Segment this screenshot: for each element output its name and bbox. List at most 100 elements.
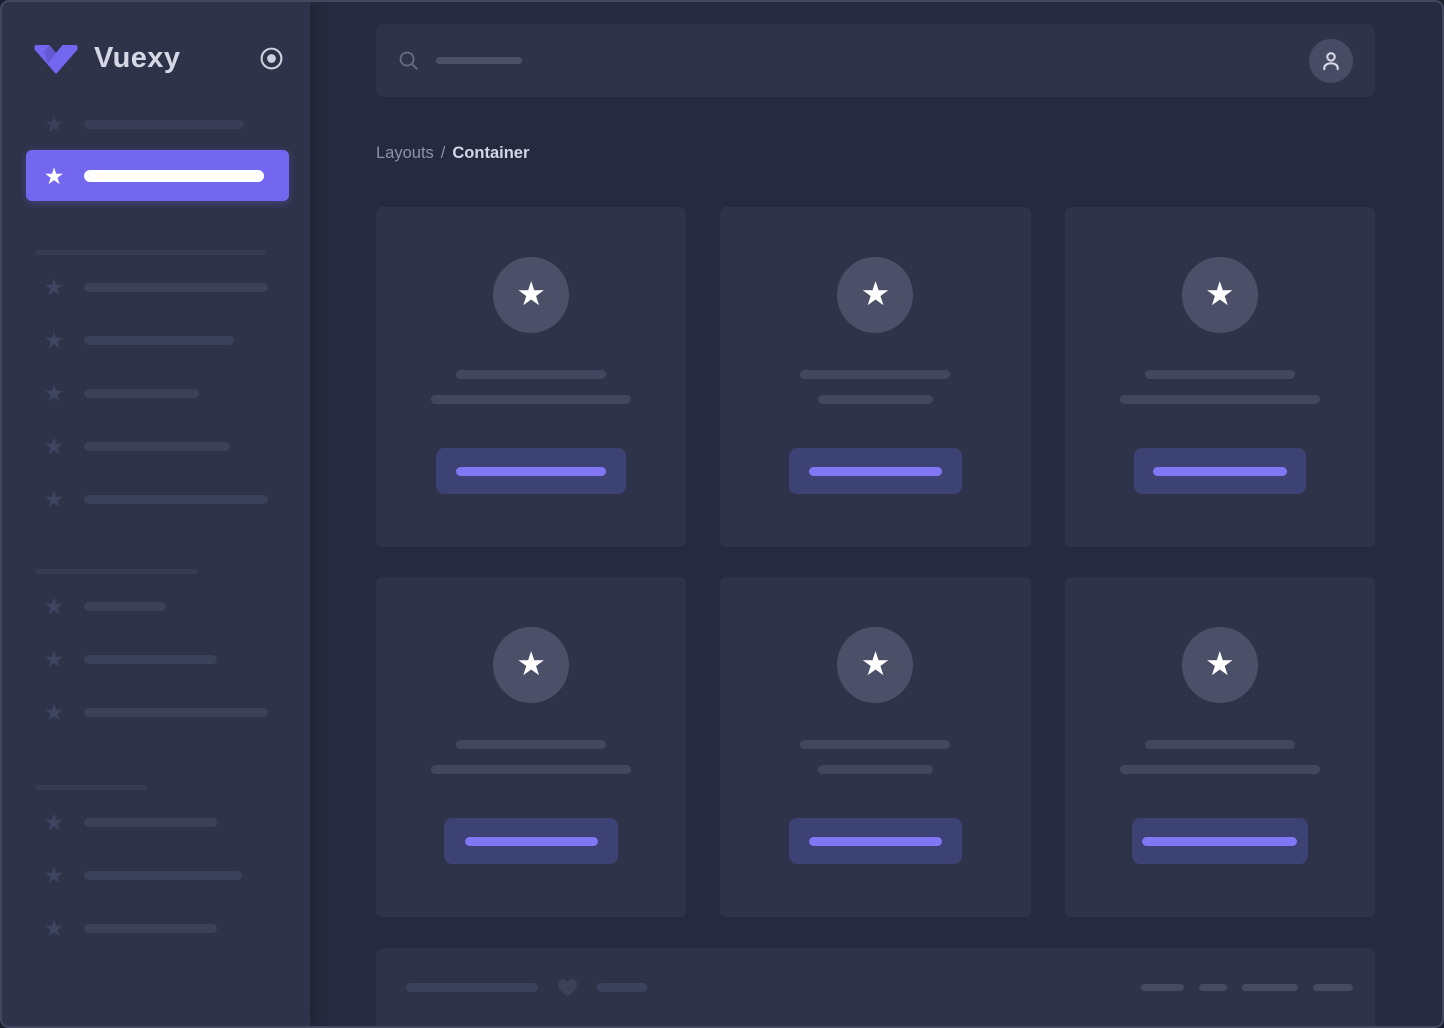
menu-label-skeleton — [84, 335, 234, 345]
card-avatar: ★ — [1181, 257, 1258, 333]
menu-label-skeleton — [84, 654, 217, 664]
heart-icon[interactable] — [555, 975, 580, 999]
star-icon: ★ — [1205, 645, 1235, 682]
card-avatar: ★ — [1181, 627, 1258, 703]
card-subtitle-skeleton — [1119, 765, 1320, 774]
sidebar-item-skeleton[interactable]: ★ — [2, 272, 310, 302]
card-avatar: ★ — [837, 627, 914, 703]
button-label-skeleton — [456, 466, 607, 476]
footer-links — [1141, 983, 1353, 991]
star-icon: ★ — [43, 862, 65, 888]
button-label-skeleton — [808, 466, 942, 476]
card-subtitle-skeleton — [1119, 395, 1320, 404]
footer-link-skeleton — [1242, 983, 1298, 991]
footer-link-skeleton — [1141, 983, 1184, 991]
card-title-skeleton — [456, 370, 607, 379]
app-window: Vuexy ★ ★ ★ ★ ★ ★ ★ ★ ★ ★ ★ ★ ★ Layouts … — [0, 0, 1444, 1028]
brand-header: Vuexy — [2, 2, 310, 97]
section-header-skeleton — [35, 785, 147, 790]
menu-label-skeleton — [84, 601, 166, 611]
star-icon: ★ — [860, 645, 891, 682]
card-avatar: ★ — [493, 627, 570, 703]
sidebar-item-skeleton[interactable]: ★ — [2, 325, 310, 355]
card-title-skeleton — [456, 740, 607, 749]
menu-label-skeleton — [84, 388, 199, 398]
star-icon: ★ — [43, 915, 65, 941]
card-subtitle-skeleton — [817, 395, 933, 404]
menu-label-skeleton — [84, 870, 242, 880]
skeleton-card: ★ — [720, 207, 1031, 547]
card-subtitle-skeleton — [817, 765, 933, 774]
brand-title: Vuexy — [94, 42, 181, 74]
vuexy-logo-icon[interactable] — [33, 44, 79, 74]
card-button-skeleton[interactable] — [788, 448, 962, 494]
main-content: Layouts / Container ★ ★ ★ ★ ★ ★ — [310, 2, 1442, 1026]
star-icon: ★ — [43, 380, 65, 406]
card-avatar: ★ — [493, 257, 570, 333]
star-icon: ★ — [516, 275, 546, 312]
card-title-skeleton — [1144, 370, 1295, 379]
sidebar-item-skeleton[interactable]: ★ — [2, 697, 310, 727]
card-title-skeleton — [800, 370, 951, 379]
menu-label-skeleton — [84, 494, 268, 504]
breadcrumb: Layouts / Container — [376, 143, 1375, 163]
search-placeholder-skeleton — [436, 57, 522, 64]
sidebar-item-skeleton[interactable]: ★ — [2, 431, 310, 461]
star-icon: ★ — [43, 699, 65, 725]
star-icon: ★ — [516, 645, 546, 682]
menu-label-skeleton — [84, 923, 217, 933]
skeleton-card: ★ — [1064, 577, 1375, 917]
star-icon: ★ — [43, 162, 65, 189]
menu-label-skeleton — [84, 707, 268, 717]
footer-text-skeleton — [597, 982, 647, 992]
sidebar-item-skeleton[interactable]: ★ — [2, 484, 310, 514]
button-label-skeleton — [1142, 836, 1298, 846]
footer-link-skeleton — [1313, 983, 1353, 991]
card-button-skeleton[interactable] — [444, 818, 619, 864]
footer-card — [376, 948, 1375, 1026]
search-icon — [397, 49, 420, 72]
sidebar: Vuexy ★ ★ ★ ★ ★ ★ ★ ★ ★ ★ ★ ★ ★ — [2, 2, 310, 1026]
card-avatar: ★ — [837, 257, 914, 333]
star-icon: ★ — [43, 433, 65, 459]
section-header-skeleton — [35, 250, 266, 255]
sidebar-item-skeleton[interactable]: ★ — [2, 913, 310, 943]
sidebar-item-skeleton[interactable]: ★ — [2, 591, 310, 621]
card-subtitle-skeleton — [431, 395, 632, 404]
card-subtitle-skeleton — [431, 765, 632, 774]
skeleton-card: ★ — [720, 577, 1031, 917]
sidebar-item-active[interactable]: ★ — [26, 150, 289, 201]
topbar-search-bar[interactable] — [376, 24, 1375, 97]
footer-text-skeleton — [406, 982, 538, 992]
sidebar-item-skeleton[interactable]: ★ — [2, 860, 310, 890]
skeleton-card: ★ — [1064, 207, 1375, 547]
menu-label-skeleton — [84, 282, 268, 292]
breadcrumb-separator: / — [440, 143, 446, 162]
card-button-skeleton[interactable] — [788, 818, 962, 864]
card-button-skeleton[interactable] — [1133, 448, 1306, 494]
sidebar-item-skeleton[interactable]: ★ — [2, 378, 310, 408]
star-icon: ★ — [1205, 275, 1235, 312]
star-icon: ★ — [43, 646, 65, 672]
sidebar-item-skeleton[interactable]: ★ — [2, 807, 310, 837]
star-icon: ★ — [43, 327, 65, 353]
sidebar-pin-toggle-icon[interactable] — [258, 46, 284, 72]
button-label-skeleton — [808, 836, 942, 846]
skeleton-card: ★ — [376, 207, 687, 547]
card-title-skeleton — [1144, 740, 1295, 749]
star-icon: ★ — [43, 274, 65, 300]
footer-link-skeleton — [1199, 983, 1227, 991]
sidebar-item-skeleton[interactable]: ★ — [2, 644, 310, 674]
star-icon: ★ — [43, 809, 65, 835]
section-header-skeleton — [35, 569, 198, 574]
breadcrumb-parent-link[interactable]: Layouts — [376, 144, 434, 163]
sidebar-nav: ★ ★ ★ ★ ★ ★ ★ ★ ★ ★ ★ ★ ★ — [2, 109, 310, 943]
button-label-skeleton — [464, 836, 598, 846]
button-label-skeleton — [1152, 466, 1287, 476]
breadcrumb-current: Container — [452, 143, 530, 162]
card-button-skeleton[interactable] — [1131, 818, 1308, 864]
sidebar-item-skeleton[interactable]: ★ — [2, 109, 310, 139]
card-button-skeleton[interactable] — [436, 448, 627, 494]
star-icon: ★ — [43, 593, 65, 619]
user-avatar-button[interactable] — [1309, 38, 1353, 83]
